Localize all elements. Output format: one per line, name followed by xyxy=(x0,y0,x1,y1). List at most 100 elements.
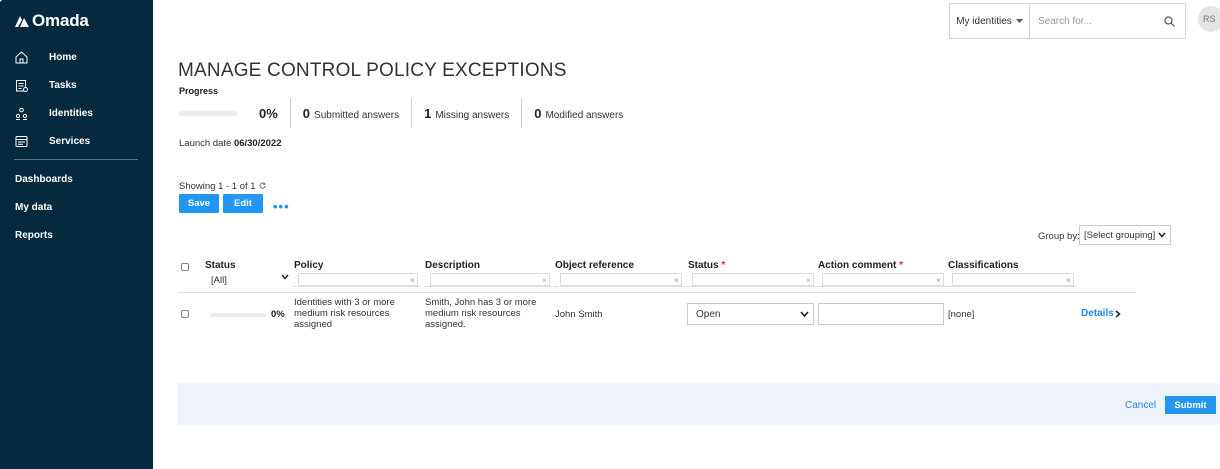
top-search-box: My identities xyxy=(949,3,1186,39)
clear-filter-icon[interactable]: × xyxy=(1066,276,1071,285)
select-all-checkbox[interactable] xyxy=(181,263,189,271)
answer-status-value: Open xyxy=(696,308,721,320)
column-label: Description xyxy=(425,260,481,271)
caret-down-icon xyxy=(1015,18,1023,23)
stat-label: Submitted answers xyxy=(314,109,400,121)
refresh-icon[interactable] xyxy=(259,182,267,189)
services-icon xyxy=(14,134,28,148)
clear-filter-icon[interactable]: × xyxy=(410,276,415,285)
showing-count: Showing 1 - 1 of 1 xyxy=(179,181,267,192)
answer-status-filter-input[interactable] xyxy=(692,273,814,286)
answer-status-select[interactable]: Open xyxy=(687,303,814,325)
column-header-action-comment[interactable]: Action comment * xyxy=(818,260,903,271)
stat-number: 0 xyxy=(534,105,542,121)
save-button[interactable]: Save xyxy=(179,194,219,213)
omada-logo[interactable]: Omada xyxy=(14,11,89,31)
sidebar-link-my-data[interactable]: My data xyxy=(15,202,52,213)
progress-bar xyxy=(179,110,237,116)
classifications-cell: [none] xyxy=(948,309,975,320)
column-label: Object reference xyxy=(555,260,634,271)
classifications-filter-input[interactable] xyxy=(952,273,1074,286)
row-progress-percent: 0% xyxy=(271,309,285,320)
sidebar-item-label: Home xyxy=(49,51,77,63)
sidebar-item-tasks[interactable]: Tasks xyxy=(0,74,153,96)
stat-number: 0 xyxy=(302,105,311,121)
cancel-button[interactable]: Cancel xyxy=(1125,400,1156,411)
details-label: Details xyxy=(1081,308,1114,319)
sidebar-item-services[interactable]: Services xyxy=(0,130,153,152)
action-comment-filter: × xyxy=(816,273,946,287)
groupby-select[interactable]: [Select grouping] xyxy=(1079,225,1171,245)
sidebar-item-home[interactable]: Home xyxy=(0,46,153,68)
column-header-description[interactable]: Description xyxy=(425,260,480,271)
sidebar-item-label: Identities xyxy=(49,107,93,119)
chevron-down-icon xyxy=(800,311,809,318)
groupby-label: Group by: xyxy=(1038,231,1080,242)
description-cell: Smith, John has 3 or more medium risk re… xyxy=(425,297,537,330)
column-header-classifications[interactable]: Classifications xyxy=(948,260,1019,271)
column-label: Classifications xyxy=(948,260,1019,271)
column-header-answer-status[interactable]: Status * xyxy=(688,260,725,271)
action-comment-input[interactable] xyxy=(818,303,944,325)
clear-filter-icon[interactable]: × xyxy=(542,276,547,285)
avatar[interactable]: RS xyxy=(1198,6,1220,32)
policy-filter-input[interactable] xyxy=(298,273,418,286)
identity-scope-value: My identities xyxy=(956,15,1012,27)
more-actions-button[interactable]: ••• xyxy=(273,199,290,214)
submit-button[interactable]: Submit xyxy=(1165,396,1216,414)
sidebar-item-identities[interactable]: Identities xyxy=(0,102,153,124)
object-reference-filter: × xyxy=(554,273,684,287)
tasks-icon xyxy=(14,78,28,92)
search-wrap xyxy=(1030,4,1185,38)
column-header-policy[interactable]: Policy xyxy=(294,260,323,271)
chevron-down-icon xyxy=(281,274,289,280)
logo-text: Omada xyxy=(32,11,89,30)
description-filter-input[interactable] xyxy=(430,273,550,286)
description-filter: × xyxy=(424,273,552,287)
search-icon[interactable] xyxy=(1164,15,1175,27)
status-filter-value: [All] xyxy=(211,274,227,286)
stat-label: Missing answers xyxy=(435,109,510,121)
launch-date-label: Launch date xyxy=(179,138,232,149)
sidebar-item-label: Tasks xyxy=(49,79,77,91)
stat-missing: 1 Missing answers xyxy=(412,106,521,121)
chevron-right-icon xyxy=(1115,309,1121,318)
page-title: MANAGE CONTROL POLICY EXCEPTIONS xyxy=(178,60,567,81)
form-footer xyxy=(178,383,1220,425)
status-filter-select[interactable]: [All] xyxy=(205,273,289,287)
sidebar-divider xyxy=(14,159,138,160)
details-link[interactable]: Details xyxy=(1081,308,1121,319)
omada-logo-icon xyxy=(15,16,29,27)
stat-number: 1 xyxy=(424,105,432,121)
column-header-status[interactable]: Status xyxy=(205,260,236,271)
clear-filter-icon[interactable]: × xyxy=(806,276,811,285)
stat-modified: 0 Modified answers xyxy=(522,106,635,121)
launch-date: Launch date 06/30/2022 xyxy=(179,138,281,149)
clear-filter-icon[interactable]: × xyxy=(936,276,941,285)
required-marker: * xyxy=(899,260,904,271)
row-checkbox[interactable] xyxy=(181,310,189,318)
classifications-filter: × xyxy=(946,273,1076,287)
object-reference-filter-input[interactable] xyxy=(560,273,682,286)
progress-stats: 0% 0 Submitted answers 1 Missing answers… xyxy=(179,98,635,128)
required-marker: * xyxy=(721,260,726,271)
clear-filter-icon[interactable]: × xyxy=(674,276,679,285)
column-label: Status xyxy=(688,260,719,271)
edit-button[interactable]: Edit xyxy=(223,194,263,213)
column-label: Status xyxy=(205,260,236,271)
object-reference-cell: John Smith xyxy=(555,309,603,320)
home-icon xyxy=(14,50,28,64)
sidebar-link-dashboards[interactable]: Dashboards xyxy=(15,174,73,185)
sidebar-link-reports[interactable]: Reports xyxy=(15,230,53,241)
action-comment-filter-input[interactable] xyxy=(822,273,944,286)
identities-icon xyxy=(14,106,28,120)
search-input[interactable] xyxy=(1038,15,1164,27)
column-label: Policy xyxy=(294,260,324,271)
progress-label: Progress xyxy=(179,86,219,96)
column-header-object-reference[interactable]: Object reference xyxy=(555,260,634,271)
progress-percent: 0% xyxy=(259,105,278,121)
stat-submitted: 0 Submitted answers xyxy=(291,106,411,121)
chevron-down-icon xyxy=(1158,232,1166,238)
identity-scope-select[interactable]: My identities xyxy=(950,4,1030,38)
column-label: Action comment xyxy=(818,260,897,271)
